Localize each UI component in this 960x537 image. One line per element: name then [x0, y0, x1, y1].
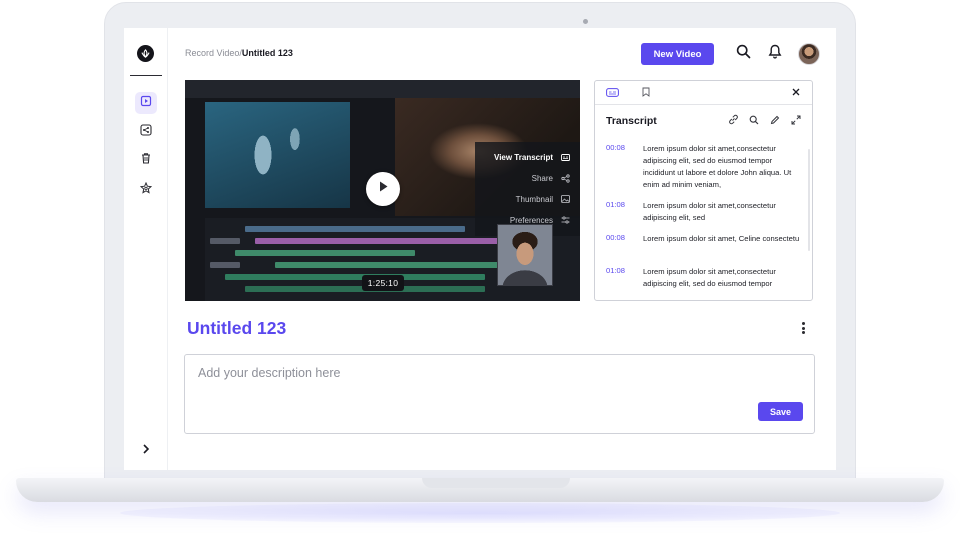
share-icon	[561, 173, 570, 183]
caption-icon	[561, 153, 570, 161]
caption-icon	[605, 84, 619, 102]
sidebar-item-trash[interactable]	[135, 149, 157, 171]
page-title: Untitled 123	[187, 318, 287, 338]
menu-item-share[interactable]: Share	[532, 171, 570, 185]
tab-bookmarks[interactable]	[639, 87, 653, 99]
transcript-panel: Transcript 00:08 Lorem ipsum dolor sit a…	[594, 80, 813, 301]
link-button[interactable]	[727, 112, 739, 130]
trash-icon	[140, 151, 152, 169]
transcript-text: Lorem ipsum dolor sit amet, Celine conse…	[643, 234, 800, 243]
new-video-button[interactable]: New Video	[641, 43, 714, 65]
menu-item-view-transcript[interactable]: View Transcript	[494, 150, 570, 164]
video-icon	[140, 94, 152, 112]
avatar[interactable]	[798, 43, 820, 65]
link-icon	[728, 112, 739, 130]
sidebar	[124, 28, 168, 470]
transcript-toolbar	[727, 112, 802, 130]
laptop-base	[16, 478, 944, 502]
description-input[interactable]	[198, 364, 658, 382]
menu-item-label: Thumbnail	[515, 194, 553, 204]
expand-transcript-button[interactable]	[790, 115, 802, 127]
search-icon	[736, 44, 751, 64]
video-frame-toolbar	[185, 80, 580, 98]
breadcrumb-parent[interactable]: Record Video	[185, 48, 239, 58]
search-icon	[749, 112, 759, 130]
bell-icon	[768, 44, 782, 64]
tab-transcript[interactable]	[605, 87, 619, 99]
transcript-scrollbar[interactable]	[808, 149, 810, 251]
kebab-dot	[801, 331, 805, 334]
sidebar-divider	[130, 75, 162, 76]
transcript-tabs	[595, 81, 812, 105]
play-button[interactable]	[366, 172, 400, 206]
play-icon	[377, 180, 389, 198]
notifications-button[interactable]	[766, 44, 784, 64]
sidebar-item-videos[interactable]	[135, 92, 157, 114]
transcript-text: Lorem ipsum dolor sit amet,consectetur a…	[643, 267, 776, 288]
kebab-dot	[801, 326, 805, 330]
close-transcript-button[interactable]	[790, 87, 802, 99]
transcript-timestamp[interactable]: 01:08	[606, 200, 625, 209]
share-icon	[140, 123, 152, 141]
breadcrumb: Record Video/Untitled 123	[185, 48, 293, 58]
menu-item-label: Share	[531, 173, 553, 183]
video-options-menu: View Transcript Share Thumbnail Preferen…	[475, 142, 580, 236]
transcript-timestamp[interactable]: 00:08	[606, 233, 625, 242]
transcript-text: Lorem ipsum dolor sit amet,consectetur a…	[643, 201, 776, 222]
more-options-button[interactable]	[798, 320, 808, 336]
laptop-notch	[422, 478, 570, 488]
chevron-right-icon	[142, 441, 150, 459]
sidebar-item-favorites[interactable]	[135, 179, 157, 201]
transcript-text: Lorem ipsum dolor sit amet,consectetur a…	[643, 144, 792, 189]
app-screen: Record Video/Untitled 123 New Video View…	[124, 28, 836, 470]
star-icon	[139, 181, 153, 199]
transcript-timestamp[interactable]: 00:08	[606, 143, 625, 152]
close-icon	[792, 87, 800, 99]
menu-item-label: View Transcript	[494, 152, 553, 162]
camera-dot	[583, 19, 588, 24]
menu-item-thumbnail[interactable]: Thumbnail	[516, 192, 570, 206]
sidebar-item-share[interactable]	[135, 121, 157, 143]
expand-icon	[791, 112, 801, 130]
description-box: Save	[184, 354, 815, 434]
transcript-timestamp[interactable]: 01:08	[606, 266, 625, 275]
bookmark-icon	[642, 84, 650, 102]
sidebar-expand-button[interactable]	[138, 442, 154, 458]
edit-transcript-button[interactable]	[769, 115, 781, 127]
webcam-overlay[interactable]	[497, 224, 553, 286]
breadcrumb-current: Untitled 123	[241, 48, 293, 58]
video-player[interactable]: View Transcript Share Thumbnail Preferen…	[185, 80, 580, 301]
laptop-shadow	[120, 503, 840, 523]
save-button[interactable]: Save	[758, 402, 803, 421]
app-logo[interactable]	[137, 45, 154, 62]
search-button[interactable]	[734, 44, 752, 64]
video-frame-preview	[205, 102, 350, 208]
sliders-icon	[561, 216, 570, 224]
search-transcript-button[interactable]	[748, 115, 760, 127]
video-timestamp: 1:25:10	[362, 275, 404, 291]
image-icon	[561, 195, 570, 203]
kebab-dot	[801, 322, 805, 325]
transcript-title: Transcript	[606, 115, 657, 127]
edit-icon	[770, 112, 780, 130]
